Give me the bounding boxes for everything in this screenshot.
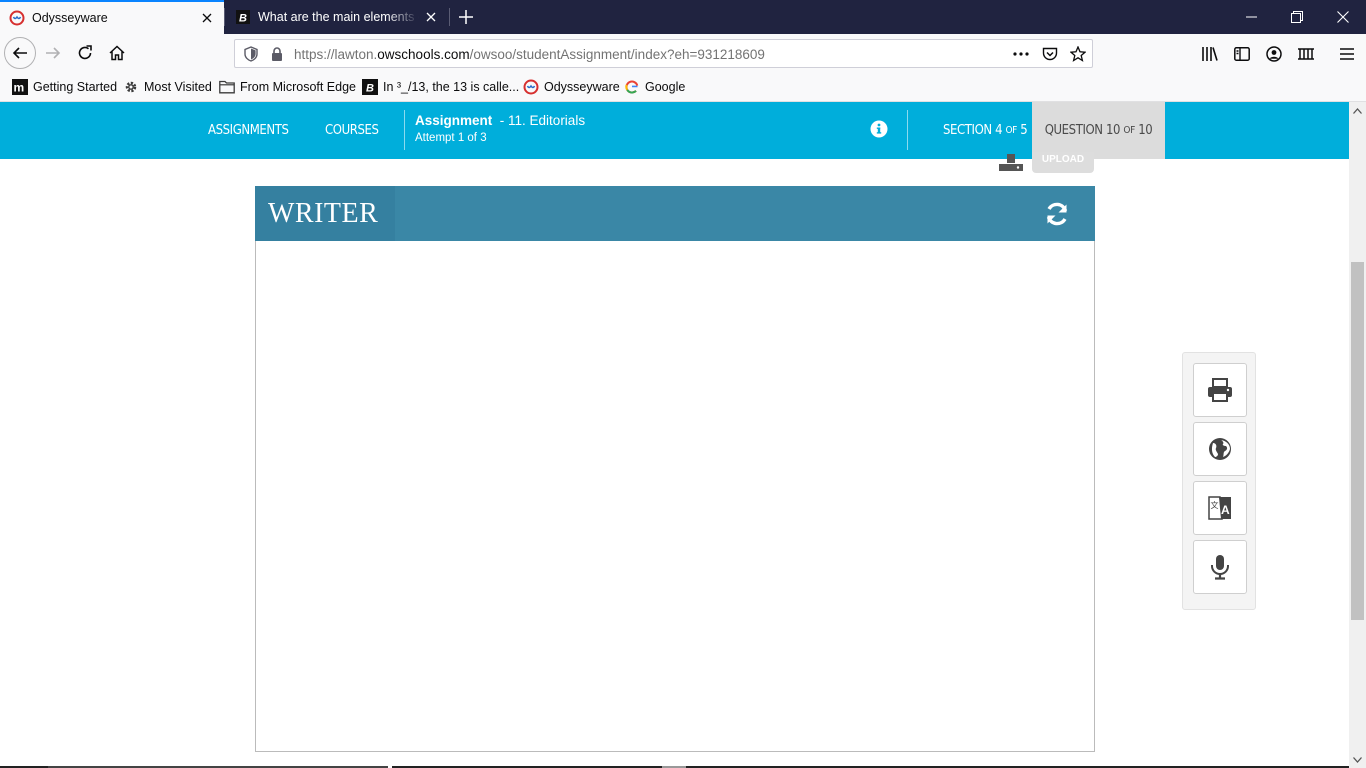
bookmark-most-visited[interactable]: Most Visited xyxy=(123,78,212,96)
tab-brainly[interactable]: B What are the main elements of xyxy=(226,0,448,34)
brainly-icon: B xyxy=(362,79,378,95)
page-scrollbar[interactable] xyxy=(1349,102,1366,768)
sidebar-icon[interactable] xyxy=(1232,44,1252,64)
svg-text:A: A xyxy=(1221,503,1230,517)
print-button[interactable] xyxy=(1193,363,1247,417)
gear-icon xyxy=(123,79,139,95)
close-window-icon[interactable] xyxy=(1320,0,1366,34)
microphone-icon xyxy=(1211,555,1229,580)
shield-icon[interactable] xyxy=(242,45,260,63)
translate-icon: 文 A xyxy=(1208,496,1231,520)
bookmark-star-icon[interactable] xyxy=(1069,45,1087,63)
bookmark-brainly-question[interactable]: B In ³_/13, the 13 is calle... xyxy=(362,78,519,96)
home-icon xyxy=(109,45,125,61)
bookmark-label: Google xyxy=(645,80,686,94)
google-icon xyxy=(624,79,640,95)
scroll-down-icon[interactable] xyxy=(1349,751,1366,768)
nav-courses[interactable]: COURSES xyxy=(325,102,379,159)
bookmarks-toolbar: m Getting Started Most Visited From Micr… xyxy=(0,72,1366,102)
close-tab-icon[interactable] xyxy=(195,6,219,30)
account-icon[interactable] xyxy=(1264,44,1284,64)
svg-text:m: m xyxy=(14,81,25,95)
bookmark-odysseyware[interactable]: Odysseyware xyxy=(523,78,620,96)
assignment-name: - 11. Editorials xyxy=(499,113,586,128)
containers-icon[interactable] xyxy=(1296,44,1316,64)
url-text[interactable]: https://lawton.owschools.com/owsoo/stude… xyxy=(294,47,765,62)
globe-button[interactable] xyxy=(1193,422,1247,476)
odysseyware-icon xyxy=(9,10,25,26)
odysseyware-icon xyxy=(523,79,539,95)
back-arrow-icon xyxy=(12,47,27,59)
bookmark-label: Getting Started xyxy=(33,80,118,94)
writer-panel: WRITER xyxy=(255,186,1095,752)
reload-icon xyxy=(78,45,92,60)
pocket-icon[interactable] xyxy=(1041,45,1059,63)
app-header: ASSIGNMENTS COURSES Assignment - 11. Edi… xyxy=(0,102,1349,159)
back-button[interactable] xyxy=(4,37,36,69)
attempt-text: Attempt 1 of 3 xyxy=(415,132,487,144)
tab-strip: Odysseyware B What are the main elements… xyxy=(0,0,1366,34)
bookmark-getting-started[interactable]: m Getting Started xyxy=(12,78,117,96)
bookmark-label: From Microsoft Edge xyxy=(240,80,357,94)
assignment-title: Assignment - 11. Editorials xyxy=(415,113,585,128)
bookmark-label: Most Visited xyxy=(144,80,212,94)
globe-icon xyxy=(1209,438,1231,460)
navigation-toolbar: https://lawton.owschools.com/owsoo/stude… xyxy=(0,34,1366,72)
taskbar-edge xyxy=(0,766,1349,768)
bookmark-label: Odysseyware xyxy=(544,80,620,94)
writer-editor[interactable] xyxy=(256,241,1094,751)
menu-icon[interactable] xyxy=(1337,44,1357,64)
home-button[interactable] xyxy=(102,38,132,68)
question-indicator[interactable]: QUESTION 10 OF 10 xyxy=(1032,102,1165,159)
translate-button[interactable]: 文 A xyxy=(1193,481,1247,535)
nav-assignments[interactable]: ASSIGNMENTS xyxy=(208,102,289,159)
writer-title: WRITER xyxy=(255,186,395,241)
svg-text:文: 文 xyxy=(1211,500,1219,510)
upload-icon xyxy=(999,154,1023,171)
new-tab-icon[interactable] xyxy=(452,3,480,31)
bookmark-folder-edge[interactable]: From Microsoft Edge xyxy=(219,78,356,96)
tab-odysseyware[interactable]: Odysseyware xyxy=(0,0,224,34)
lock-icon[interactable] xyxy=(268,45,286,63)
section-indicator[interactable]: SECTION 4 OF 5 xyxy=(943,102,1028,159)
svg-text:B: B xyxy=(239,13,247,25)
scroll-up-icon[interactable] xyxy=(1349,102,1366,119)
upload-area[interactable]: UPLOAD xyxy=(998,152,1094,173)
print-icon xyxy=(1208,378,1232,402)
reload-button[interactable] xyxy=(70,38,100,68)
upload-button[interactable]: UPLOAD xyxy=(1032,152,1094,173)
forward-arrow-icon xyxy=(46,47,61,59)
bookmark-label: In ³_/13, the 13 is calle... xyxy=(383,80,520,94)
folder-icon xyxy=(219,79,235,95)
tools-panel: 文 A xyxy=(1182,352,1256,610)
refresh-icon[interactable] xyxy=(1043,200,1071,228)
tab-title: Odysseyware xyxy=(32,11,108,25)
close-tab-icon[interactable] xyxy=(419,5,443,29)
mendeley-icon: m xyxy=(12,79,28,95)
address-bar[interactable]: https://lawton.owschools.com/owsoo/stude… xyxy=(234,39,1093,68)
bookmark-google[interactable]: Google xyxy=(624,78,685,96)
tab-title: What are the main elements of xyxy=(258,10,419,24)
writer-header: WRITER xyxy=(255,186,1095,241)
microphone-button[interactable] xyxy=(1193,540,1247,594)
forward-button[interactable] xyxy=(38,38,68,68)
scrollbar-thumb[interactable] xyxy=(1351,262,1364,620)
assignment-label: Assignment xyxy=(415,113,493,128)
brainly-icon: B xyxy=(235,9,251,25)
minimize-icon[interactable] xyxy=(1228,0,1274,34)
page-content: ASSIGNMENTS COURSES Assignment - 11. Edi… xyxy=(0,102,1366,768)
svg-text:B: B xyxy=(366,83,374,95)
restore-icon[interactable] xyxy=(1274,0,1320,34)
page-actions-icon[interactable] xyxy=(1012,45,1030,63)
library-icon[interactable] xyxy=(1200,44,1220,64)
info-icon[interactable] xyxy=(869,119,889,139)
